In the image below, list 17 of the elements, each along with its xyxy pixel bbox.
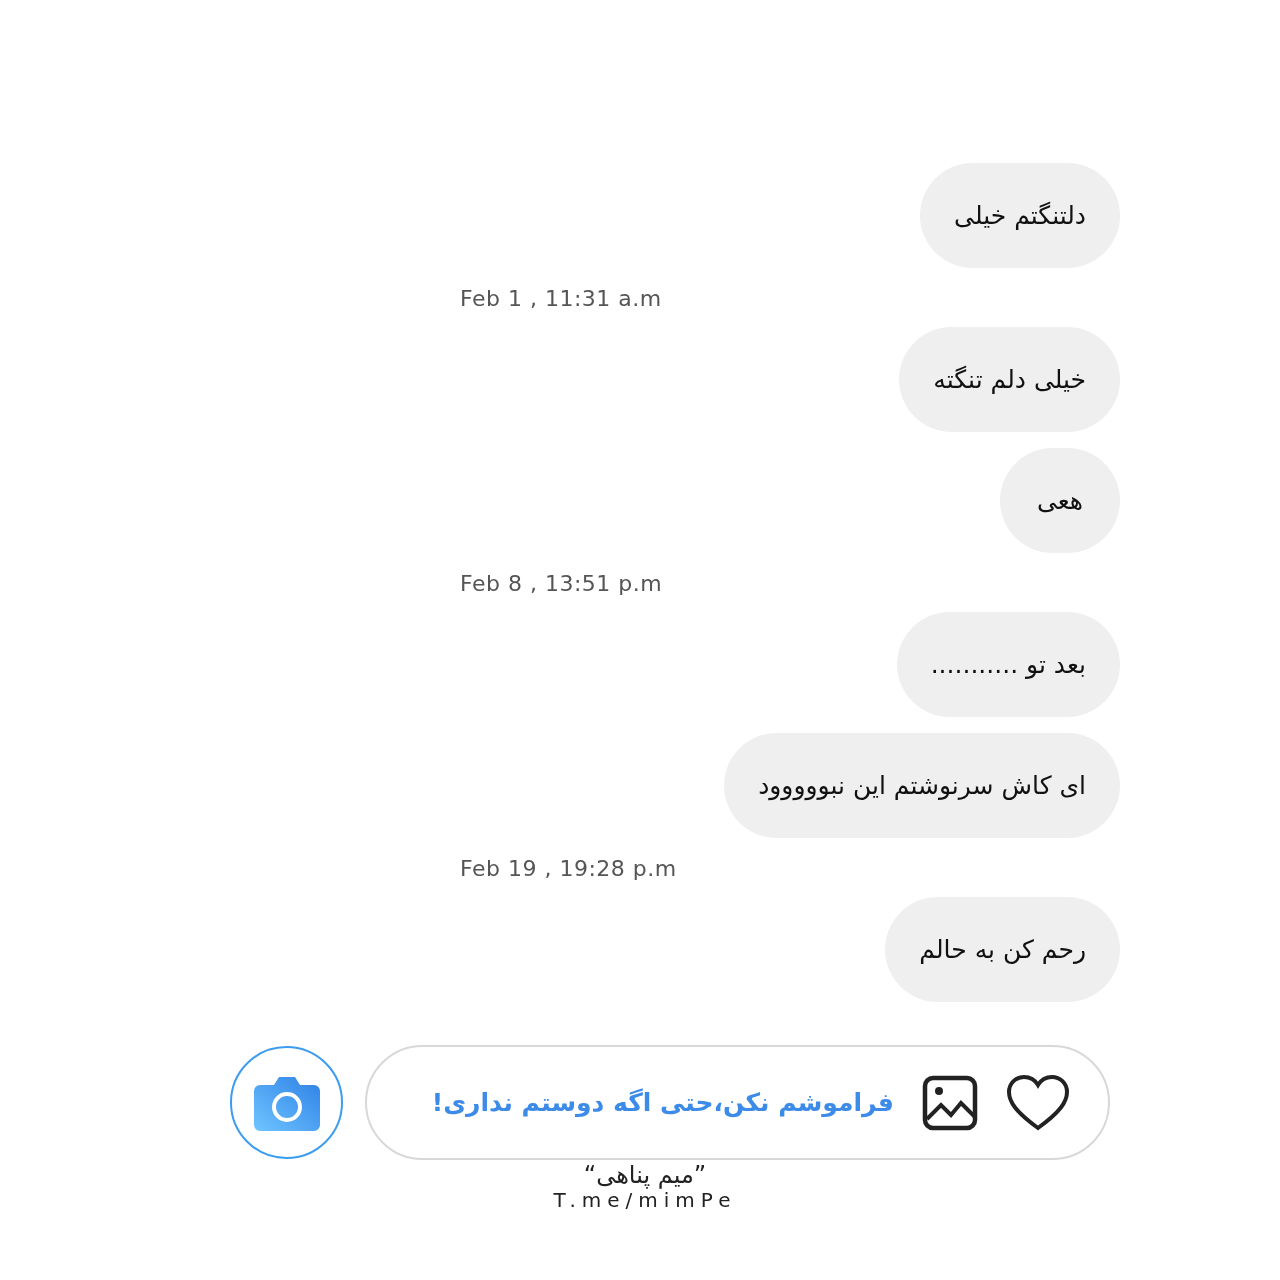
image-icon (922, 1074, 978, 1131)
message-bubble: ای کاش سرنوشتم این نبووووود (724, 733, 1120, 838)
message-bubble: خیلی دلم تنگته (899, 327, 1120, 432)
camera-icon (253, 1074, 320, 1131)
message-field[interactable]: فراموشم نکن،حتی اگه دوستم نداری! (365, 1045, 1110, 1160)
message-bubble: دلتنگتم خیلی (920, 163, 1120, 268)
timestamp: Feb 1 , 11:31 a.m (460, 286, 662, 311)
message-bubble: هعی (1000, 448, 1120, 553)
message-bubble: رحم کن به حالم (885, 897, 1120, 1002)
timestamp: Feb 8 , 13:51 p.m (460, 571, 663, 596)
signature-name: ”میم پناهی“ (583, 1162, 707, 1189)
heart-icon (1006, 1073, 1070, 1132)
message-bubble: بعد تو ........... (896, 612, 1120, 717)
like-button[interactable] (1006, 1073, 1070, 1132)
message-text: فراموشم نکن،حتی اگه دوستم نداری! (431, 1088, 894, 1117)
gallery-button[interactable] (922, 1074, 978, 1131)
timestamp: Feb 19 , 19:28 p.m (460, 856, 677, 881)
